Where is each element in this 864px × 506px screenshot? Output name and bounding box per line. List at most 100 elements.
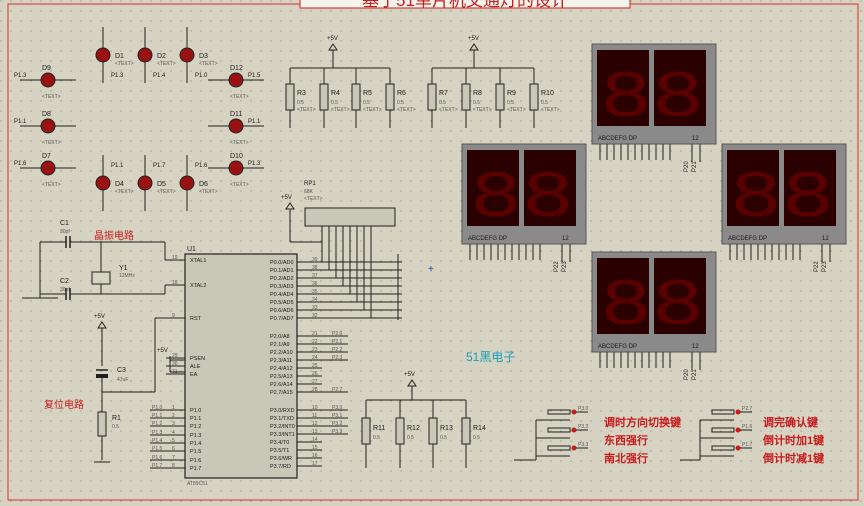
reset-label: 复位电路 [44,398,84,411]
mcu-pin-left: XTAL2 [190,283,206,289]
schematic-canvas: 基于51单片机交通灯的设计 D1P1.3<TEXT>D2P1.4<TEXT>D3… [0,0,864,506]
mcu-pin-left: P1.1 [190,416,201,422]
resistor-val: 0.5 [397,100,404,106]
led-text: <TEXT> [199,189,218,195]
mcu-pin-num: 2 [172,413,175,419]
switch-net: P3.3 [578,442,589,448]
p1-net: P1.7 [152,463,163,469]
rp1-ref: RP1 [304,181,316,187]
mcu-pin-right: P2.3/A11 [270,358,292,364]
c1-val: 30pf [60,229,70,235]
display-net: P20 [684,369,690,380]
led-ref: D3 [199,53,208,60]
c1-ref: C1 [60,220,69,227]
mcu-pin-right: P3.0/RXD [270,408,294,414]
mcu-pin-num: 38 [312,265,318,271]
led-ref: D5 [157,181,166,188]
resistor-text: <TEXT> [297,107,316,113]
display-pin-num: 12 [692,344,699,350]
mcu-pin-right: P2.4/A12 [270,366,293,372]
resistor-val: 0.5 [439,100,446,106]
resistor-ref: R11 [373,425,385,432]
mcu-pin-left: XTAL1 [190,258,206,264]
mcu-pin-right: P2.2/A10 [270,350,293,356]
mcu-pin-num: 27 [312,379,318,385]
mcu-pin-left: ALE [190,364,201,370]
mcu-pin-num: 23 [312,347,318,353]
resistor-val: 0.5 [407,435,414,441]
mcu-pin-right: P0.3/AD3 [270,284,294,290]
mcu-pin-left: P1.0 [190,408,201,414]
display-pin-label: ABCDEFG DP [598,344,637,350]
mcu-pin-num: 32 [312,313,318,319]
mcu-pin-num: 16 [312,453,318,459]
mcu-pin-left: P1.3 [190,433,201,439]
rp1-value: 68K [304,189,314,195]
mcu-pin-left: P1.5 [190,449,201,455]
led-ref: D4 [115,181,124,188]
resistor-ref: R3 [297,90,306,97]
resistor-val: 0.5 [473,435,480,441]
led-ref: D7 [42,153,51,160]
mcu-pin-right: P2.7/A15 [270,390,293,396]
led-ref: D12 [230,65,243,72]
resistor-text: <TEXT> [363,107,382,113]
resistor-ref: R10 [541,90,554,97]
led-text: <TEXT> [42,182,61,188]
led-text: <TEXT> [157,61,176,67]
mcu-pin-left: P1.2 [190,424,201,430]
mcu-pin-num: 35 [312,289,318,295]
led-net: P1.5 [248,73,261,79]
led-net: P1.6 [195,163,208,169]
led-net: P1.1 [248,119,261,125]
led-text: <TEXT> [157,189,176,195]
switch-label: 调完确认键 [763,415,819,429]
cursor-marker: + [428,264,434,275]
mcu-pin-num: 36 [312,281,318,287]
mcu-pin-num: 5 [172,438,175,444]
resistor-ref: R5 [363,90,372,97]
display-net: P21 [692,161,698,172]
resistor-ref: R12 [407,425,420,432]
switch-net: P2.7 [742,406,753,412]
vcc-label: +5V [327,36,338,42]
mcu-pin-right: P0.7/AD7 [270,316,294,322]
c2-ref: C2 [60,278,69,285]
y1-ref: Y1 [119,265,128,272]
display-pin-label: ABCDEFG DP [468,236,507,242]
mcu-pin-right: P3.6/WR [270,456,292,462]
display-pin-num: 12 [562,236,569,242]
c2-val: 30pf [60,287,70,293]
resistor-text: <TEXT> [439,107,458,113]
mcu-pin-num: 1 [172,405,175,411]
resistor-text: <TEXT> [507,107,526,113]
p1-net: P1.5 [152,446,163,452]
switch-label: 调时方向切换键 [604,415,682,429]
led-net: P1.1 [14,119,27,125]
led-text: <TEXT> [199,61,218,67]
mcu-pin-num: 39 [312,257,318,263]
p1-net: P1.0 [152,405,163,411]
display-net: P20 [684,161,690,172]
y1-val: 12MHz [119,273,135,279]
led-net: P1.3 [14,73,27,79]
switch-net: P1.6 [742,424,753,430]
mcu-pin-num: 22 [312,339,318,345]
resistor-text: <TEXT> [473,107,492,113]
switch-net: P3.2 [578,424,589,430]
led-text: <TEXT> [42,94,61,100]
led-net: P1.6 [14,161,27,167]
mcu-pin-num: 33 [312,305,318,311]
display-digits: 88 [470,161,574,236]
mcu-pin-left: P1.4 [190,441,201,447]
p1-net: P1.4 [152,438,163,444]
c3-val: 47uF [117,377,128,383]
mcu-pin-num: 8 [172,463,175,469]
mcu-pin-num: 13 [312,429,318,435]
mcu-pin-num: 7 [172,455,175,461]
p3-net: P3.1 [332,413,343,419]
ea-vcc: +5V [157,348,168,354]
mcu-pin-right: P0.5/AD5 [270,300,294,306]
led-text: <TEXT> [115,61,134,67]
display-net: P23 [562,261,568,272]
